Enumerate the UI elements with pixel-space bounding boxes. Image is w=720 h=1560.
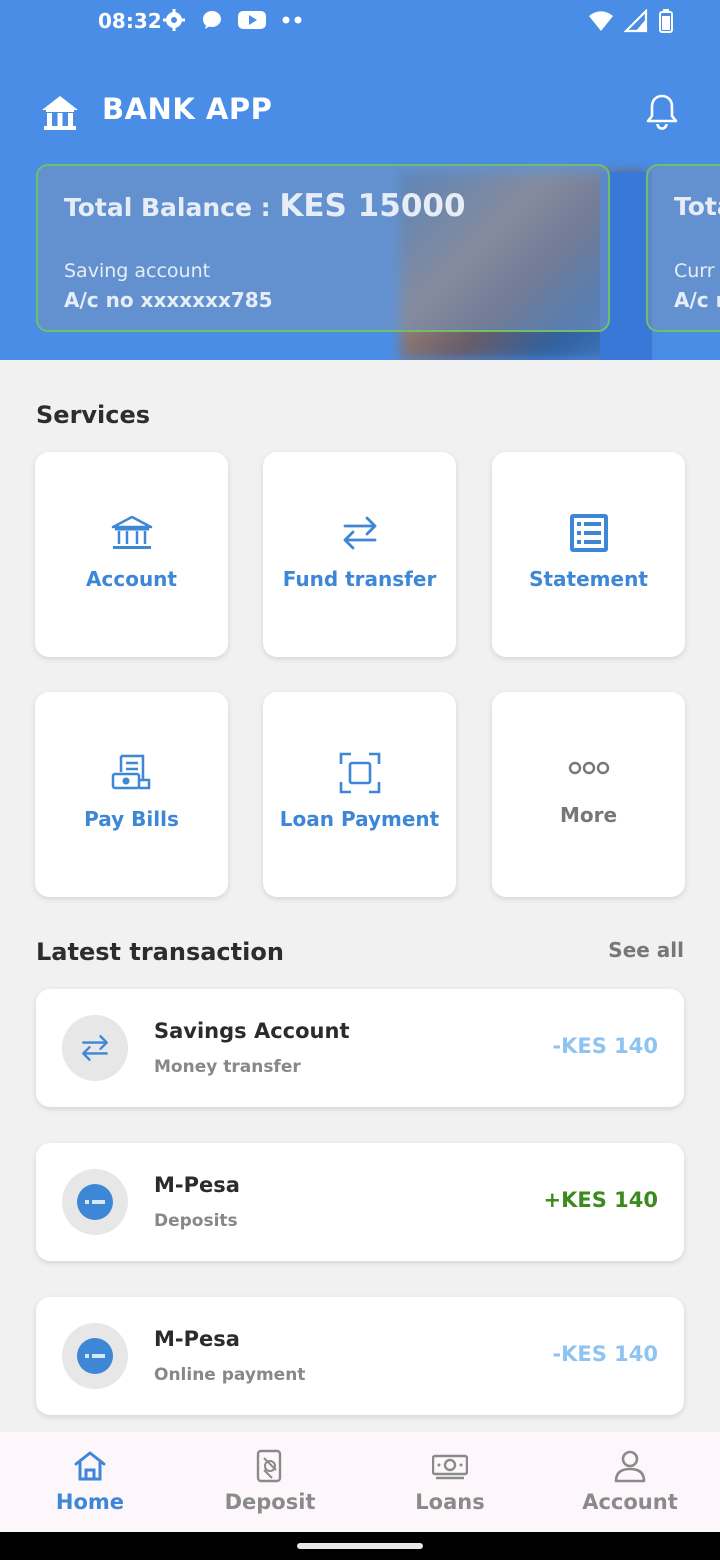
account-type: Curr bbox=[674, 260, 715, 282]
balance-card-savings[interactable]: Total Balance : KES 15000 Saving account… bbox=[36, 164, 610, 332]
transaction-title: Savings Account bbox=[154, 1019, 350, 1043]
transaction-avatar bbox=[62, 1015, 128, 1081]
see-all-link[interactable]: See all bbox=[608, 938, 684, 962]
service-label: Account bbox=[86, 567, 177, 591]
scan-icon bbox=[339, 752, 380, 794]
transaction-row[interactable]: M-Pesa Deposits +KES 140 bbox=[36, 1143, 684, 1261]
service-label: More bbox=[559, 803, 618, 827]
bank-home-icon bbox=[42, 96, 78, 130]
system-nav-bar bbox=[0, 1532, 720, 1560]
wifi-icon bbox=[589, 11, 613, 31]
transaction-title: M-Pesa bbox=[154, 1173, 240, 1197]
balance-line: Total Balance : KES 15000 bbox=[64, 188, 466, 224]
service-pay-bills[interactable]: Pay Bills bbox=[35, 692, 228, 897]
account-type: Saving account bbox=[64, 260, 211, 282]
transaction-amount: +KES 140 bbox=[543, 1188, 659, 1212]
cash-icon bbox=[432, 1454, 468, 1480]
mpesa-icon bbox=[77, 1338, 113, 1374]
transaction-row[interactable]: M-Pesa Online payment -KES 140 bbox=[36, 1297, 684, 1415]
transaction-subtitle: Deposits bbox=[154, 1211, 238, 1231]
signal-icon bbox=[624, 9, 648, 33]
balance-label: Total Balance : bbox=[64, 193, 280, 222]
transaction-title: M-Pesa bbox=[154, 1327, 240, 1351]
service-loan-payment[interactable]: Loan Payment bbox=[263, 692, 456, 897]
balance-card-current[interactable]: Tota Curr A/c n bbox=[646, 164, 720, 332]
header: 08:32 BANK APP Total Balance: KES 15000… bbox=[0, 0, 720, 360]
chat-icon bbox=[203, 11, 221, 29]
statement-icon bbox=[569, 514, 608, 552]
nav-home[interactable]: Home bbox=[0, 1432, 180, 1532]
home-icon bbox=[74, 1451, 106, 1481]
service-more[interactable]: More bbox=[492, 692, 685, 897]
bank-icon bbox=[111, 515, 152, 549]
transaction-row[interactable]: Savings Account Money transfer -KES 140 bbox=[36, 989, 684, 1107]
mpesa-icon bbox=[77, 1184, 113, 1220]
home-gesture-handle[interactable] bbox=[297, 1543, 423, 1549]
balance-value: KES 15000 bbox=[279, 188, 466, 224]
youtube-icon bbox=[238, 11, 266, 29]
service-statement[interactable]: Statement bbox=[492, 452, 685, 657]
status-bar: 08:32 bbox=[0, 0, 720, 44]
transaction-amount: -KES 140 bbox=[552, 1034, 658, 1058]
service-label: Fund transfer bbox=[282, 567, 437, 591]
balance-label: Tota bbox=[674, 192, 720, 221]
status-right-icons bbox=[588, 8, 674, 34]
transaction-avatar bbox=[62, 1323, 128, 1389]
transfer-icon bbox=[343, 516, 376, 550]
nav-account[interactable]: Account bbox=[540, 1432, 720, 1532]
app-title: BANK APP bbox=[102, 92, 273, 126]
deposit-icon bbox=[256, 1449, 282, 1483]
nav-label: Deposit bbox=[224, 1490, 316, 1514]
transactions-title: Latest transaction bbox=[36, 938, 284, 966]
service-account[interactable]: Account bbox=[35, 452, 228, 657]
nav-label: Loans bbox=[415, 1490, 485, 1514]
transaction-amount: -KES 140 bbox=[552, 1342, 658, 1366]
app-bar: BANK APP bbox=[0, 80, 720, 144]
nav-label: Home bbox=[55, 1490, 125, 1514]
services-title: Services bbox=[36, 401, 151, 429]
account-number: A/c n bbox=[674, 288, 720, 312]
transaction-subtitle: Online payment bbox=[154, 1365, 306, 1385]
account-number: A/c no xxxxxxx785 bbox=[64, 288, 273, 312]
person-icon bbox=[614, 1450, 646, 1483]
nav-deposit[interactable]: Deposit bbox=[180, 1432, 360, 1532]
service-label: Loan Payment bbox=[279, 807, 440, 831]
nav-loans[interactable]: Loans bbox=[360, 1432, 540, 1532]
transaction-avatar bbox=[62, 1169, 128, 1235]
dots-icon bbox=[282, 16, 302, 24]
transfer-icon bbox=[82, 1035, 108, 1061]
status-left-icons bbox=[162, 8, 304, 32]
transaction-subtitle: Money transfer bbox=[154, 1057, 301, 1077]
service-label: Pay Bills bbox=[84, 807, 179, 831]
bill-icon bbox=[111, 754, 150, 790]
battery-icon bbox=[659, 9, 673, 33]
nav-label: Account bbox=[582, 1490, 678, 1514]
bottom-nav: Home Deposit Loans Account bbox=[0, 1432, 720, 1532]
service-fund-transfer[interactable]: Fund transfer bbox=[263, 452, 456, 657]
more-icon bbox=[568, 761, 609, 775]
gear-icon bbox=[163, 9, 185, 31]
service-label: Statement bbox=[529, 567, 648, 591]
status-time: 08:32 bbox=[98, 9, 162, 33]
bell-icon[interactable] bbox=[640, 90, 684, 134]
